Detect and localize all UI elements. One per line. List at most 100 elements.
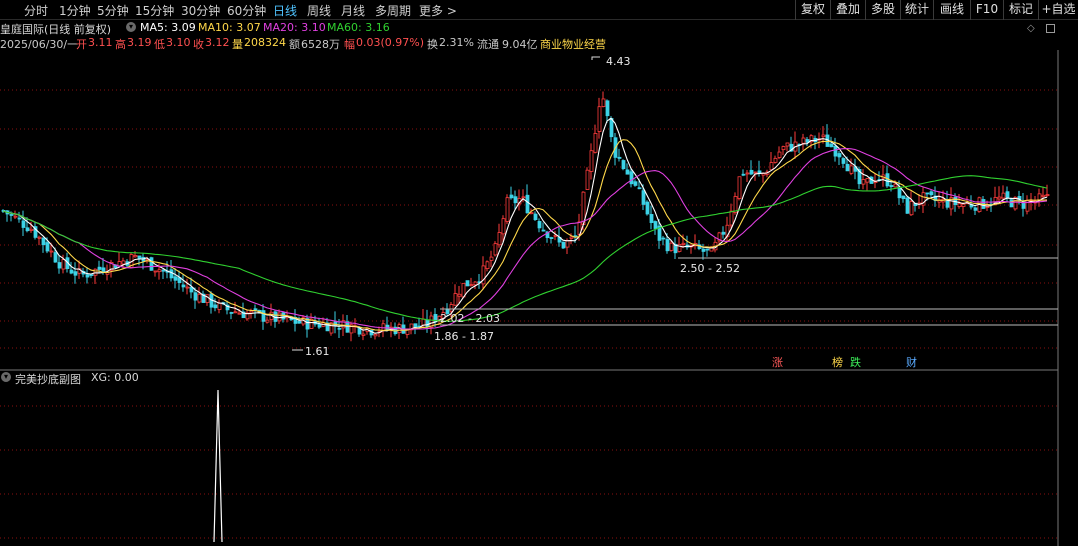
candle-body <box>829 143 834 148</box>
candle-body <box>229 312 234 314</box>
candle-body <box>509 194 514 199</box>
overlay-button[interactable]: 叠加 <box>830 0 865 20</box>
candle-body <box>641 190 646 205</box>
candle-body <box>137 255 142 260</box>
add-watchlist-button[interactable]: +自选 <box>1038 0 1078 20</box>
xg-signal-spike <box>213 389 223 543</box>
tab-monthly[interactable]: 月线 <box>341 2 365 19</box>
candle-body <box>645 201 650 215</box>
candle-body <box>597 106 602 132</box>
adjust-button[interactable]: 复权 <box>795 0 830 20</box>
tab-60min[interactable]: 60分钟 <box>227 2 266 19</box>
chevron-down-icon[interactable]: ▾ <box>1 372 11 382</box>
candle-body <box>185 286 190 289</box>
candle-body <box>901 195 906 200</box>
sub-indicator-value: XG: 0.00 <box>91 371 139 384</box>
candle-body <box>161 269 166 272</box>
tab-15min[interactable]: 15分钟 <box>135 2 174 19</box>
tab-more[interactable]: 更多 > <box>419 2 457 19</box>
candle-body <box>633 181 638 186</box>
event-marker-down[interactable]: 跌 <box>850 355 861 369</box>
candle-body <box>361 333 366 336</box>
candle-body <box>701 248 706 252</box>
candle-body <box>1005 191 1010 198</box>
window-toggle-icon[interactable] <box>1046 24 1055 33</box>
candle-body <box>501 218 506 235</box>
candle-body <box>593 133 598 153</box>
candle-body <box>97 266 102 270</box>
candle-body <box>89 274 94 276</box>
ma10-value: MA10: 3.07 <box>198 21 261 34</box>
event-marker-finance[interactable]: 财 <box>906 355 917 369</box>
candle-body <box>421 318 426 326</box>
candle-body <box>425 319 430 328</box>
candle-body <box>181 284 186 288</box>
candle-body <box>681 242 686 245</box>
tab-intraday[interactable]: 分时 <box>24 2 48 19</box>
kline-chart[interactable]: 4.43 1.61 2.50 - 2.52 2.02 - 2.03 1.86 -… <box>0 50 1078 546</box>
candle-body <box>457 293 462 297</box>
candle-body <box>961 203 966 207</box>
candle-body <box>841 158 846 164</box>
candle-body <box>169 269 174 279</box>
tab-weekly[interactable]: 周线 <box>307 2 331 19</box>
ma-header: 皇庭国际(日线 前复权) ▾ MA5: 3.09 MA10: 3.07 MA20… <box>0 21 1078 36</box>
tab-multi-period[interactable]: 多周期 <box>375 2 411 19</box>
candle-body <box>665 239 670 252</box>
candle-body <box>21 220 26 228</box>
candle-body <box>889 185 894 188</box>
candle-body <box>73 271 78 276</box>
candle-body <box>769 162 774 171</box>
tab-1min[interactable]: 1分钟 <box>59 2 91 19</box>
candle-body <box>197 293 202 303</box>
f10-button[interactable]: F10 <box>970 0 1003 20</box>
candle-body <box>637 187 642 190</box>
tab-5min[interactable]: 5分钟 <box>97 2 129 19</box>
candle-body <box>1001 192 1006 199</box>
candle-body <box>513 196 518 204</box>
candle-body <box>565 240 570 248</box>
low-value: 3.10 <box>166 36 191 49</box>
event-marker-rank[interactable]: 榜 <box>832 355 843 369</box>
candle-body <box>469 284 474 287</box>
event-marker-up[interactable]: 涨 <box>772 356 783 369</box>
candle-body <box>261 310 266 322</box>
candle-body <box>25 227 30 232</box>
peak-high-label: 4.43 <box>606 55 631 68</box>
candle-body <box>93 268 98 276</box>
ma10-line <box>2 139 1048 332</box>
candle-body <box>213 304 218 309</box>
candle-body <box>49 250 54 253</box>
diamond-icon[interactable]: ◇ <box>1027 24 1035 34</box>
mark-button[interactable]: 标记 <box>1003 0 1038 20</box>
candle-body <box>497 232 502 246</box>
tab-30min[interactable]: 30分钟 <box>181 2 220 19</box>
multi-stock-button[interactable]: 多股 <box>865 0 900 20</box>
candle-body <box>541 229 546 232</box>
candle-body <box>569 236 574 239</box>
candle-body <box>625 169 630 175</box>
candle-body <box>909 201 914 216</box>
candle-body <box>17 217 22 220</box>
candle-body <box>337 327 342 330</box>
stats-button[interactable]: 统计 <box>900 0 933 20</box>
stock-title: 皇庭国际(日线 前复权) <box>0 23 112 36</box>
candle-body <box>233 311 238 314</box>
candle-body <box>781 146 786 151</box>
chevron-down-icon[interactable]: ▾ <box>126 22 136 32</box>
draw-line-button[interactable]: 画线 <box>933 0 970 20</box>
candle-body <box>997 196 1002 200</box>
candle-body <box>1009 199 1014 208</box>
candle-body <box>153 270 158 273</box>
candle-body <box>749 169 754 175</box>
volume-value: 208324 <box>244 36 286 49</box>
candle-body <box>1041 194 1046 197</box>
zone-b-label: 2.02 - 2.03 <box>440 312 500 325</box>
candle-body <box>777 151 782 158</box>
tab-daily[interactable]: 日线 <box>273 2 297 19</box>
sub-indicator-header: ▾ 完美抄底副图 XG: 0.00 <box>0 371 300 386</box>
candle-body <box>741 173 746 176</box>
close-value: 3.12 <box>205 36 230 49</box>
candle-body <box>453 293 458 306</box>
candle-body <box>265 319 270 323</box>
